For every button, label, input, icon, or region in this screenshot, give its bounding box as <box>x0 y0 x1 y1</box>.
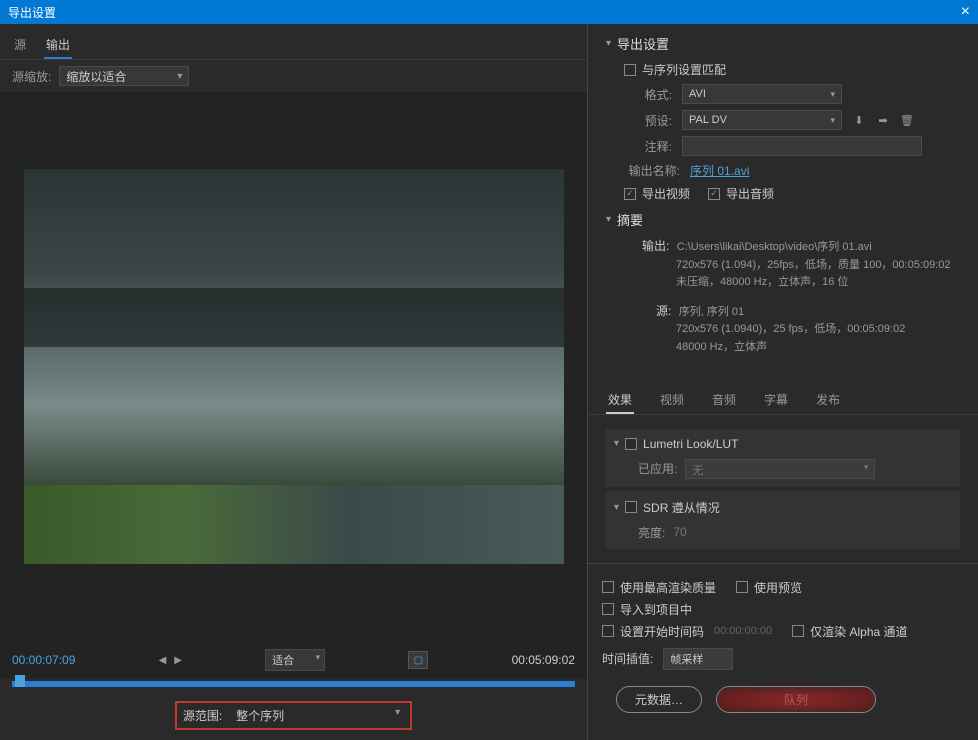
fit-dropdown[interactable]: 适合 <box>265 649 325 671</box>
source-range-label: 源范围: <box>183 707 222 724</box>
lumetri-checkbox[interactable] <box>625 438 637 450</box>
playhead-icon[interactable] <box>15 675 25 687</box>
timeline-scrubber[interactable] <box>12 681 575 687</box>
sdr-brightness-value[interactable]: 70 <box>673 525 686 539</box>
export-settings-title: 导出设置 <box>617 34 669 53</box>
comment-label: 注释: <box>624 138 672 155</box>
summary-source-line2: 720x576 (1.0940)，25 fps，低场，00:05:09:02 <box>676 321 960 339</box>
tab-output[interactable]: 输出 <box>44 32 72 59</box>
timecode-current[interactable]: 00:00:07:09 <box>12 653 75 667</box>
export-video-checkbox[interactable] <box>624 188 636 200</box>
summary-source-line3: 48000 Hz，立体声 <box>676 339 960 357</box>
preset-label: 预设: <box>624 112 672 129</box>
lumetri-applied-label: 已应用: <box>638 460 677 477</box>
source-zoom-dropdown[interactable]: 缩放以适合 <box>59 66 189 86</box>
summary-output-path: C:\Users\likai\Desktop\video\序列 01.avi <box>677 241 872 253</box>
max-quality-label: 使用最高渲染质量 <box>620 579 716 596</box>
lumetri-applied-dropdown[interactable]: 无 <box>685 459 875 479</box>
summary-title: 摘要 <box>617 210 643 229</box>
window-title: 导出设置 <box>8 4 56 21</box>
settings-panel: ▾ 导出设置 与序列设置匹配 格式: AVI 预设: PAL DV ⬇ ➡ 🗑 <box>588 24 978 740</box>
lumetri-title: Lumetri Look/LUT <box>643 437 738 451</box>
time-interp-dropdown[interactable]: 帧采样 <box>663 648 733 670</box>
bottom-options: 使用最高渲染质量 使用预览 导入到项目中 设置开始时间码00:00:00:00 … <box>588 563 978 723</box>
import-project-checkbox[interactable] <box>602 603 614 615</box>
match-sequence-label: 与序列设置匹配 <box>642 61 726 78</box>
preview-tabs: 源 输出 <box>0 24 587 60</box>
aspect-ratio-icon[interactable]: ▢ <box>408 651 428 669</box>
settings-tabs: 效果 视频 音频 字幕 发布 <box>588 379 978 415</box>
tab-source[interactable]: 源 <box>12 32 28 59</box>
tab-video[interactable]: 视频 <box>658 387 686 414</box>
use-preview-checkbox[interactable] <box>736 581 748 593</box>
summary-output-label: 输出: <box>642 239 669 253</box>
preset-dropdown[interactable]: PAL DV <box>682 110 842 130</box>
preview-panel: 源 输出 源缩放: 缩放以适合 00:00:07:09 ◀ ▶ 适合 ▢ 00:… <box>0 24 588 740</box>
lumetri-group: ▾ Lumetri Look/LUT 已应用: 无 <box>606 429 960 487</box>
alpha-only-label: 仅渲染 Alpha 通道 <box>810 623 907 640</box>
close-icon[interactable]: × <box>961 3 970 21</box>
alpha-only-checkbox[interactable] <box>792 625 804 637</box>
match-sequence-checkbox[interactable] <box>624 64 636 76</box>
chevron-down-icon[interactable]: ▾ <box>614 502 619 513</box>
summary-output-line2: 720x576 (1.094)，25fps，低场，质量 100，00:05:09… <box>676 257 960 275</box>
video-frame <box>24 169 564 564</box>
summary-source-line1: 序列, 序列 01 <box>679 306 744 318</box>
export-audio-label: 导出音频 <box>726 185 774 202</box>
video-preview-area <box>0 92 587 641</box>
chevron-down-icon[interactable]: ▾ <box>606 214 611 225</box>
source-zoom-label: 源缩放: <box>12 68 51 85</box>
titlebar: 导出设置 × <box>0 0 978 24</box>
use-preview-label: 使用预览 <box>754 579 802 596</box>
summary-source-label: 源: <box>656 304 671 318</box>
tab-captions[interactable]: 字幕 <box>762 387 790 414</box>
max-quality-checkbox[interactable] <box>602 581 614 593</box>
output-name-link[interactable]: 序列 01.avi <box>690 162 749 179</box>
time-interp-label: 时间插值: <box>602 650 653 667</box>
prev-frame-icon[interactable]: ◀ <box>159 655 167 666</box>
sdr-group: ▾ SDR 遵从情况 亮度: 70 <box>606 491 960 549</box>
summary-output-line3: 未压缩，48000 Hz，立体声，16 位 <box>676 274 960 292</box>
set-start-time-label: 设置开始时间码 <box>620 623 704 640</box>
set-start-time-checkbox[interactable] <box>602 625 614 637</box>
export-video-label: 导出视频 <box>642 185 690 202</box>
source-range-highlight: 源范围: 整个序列 <box>175 701 412 730</box>
sdr-checkbox[interactable] <box>625 501 637 513</box>
format-label: 格式: <box>624 86 672 103</box>
import-preset-icon[interactable]: ➡ <box>874 111 892 129</box>
format-dropdown[interactable]: AVI <box>682 84 842 104</box>
tab-audio[interactable]: 音频 <box>710 387 738 414</box>
start-timecode-value: 00:00:00:00 <box>714 625 772 637</box>
next-frame-icon[interactable]: ▶ <box>174 655 182 666</box>
delete-preset-icon[interactable]: 🗑 <box>898 111 916 129</box>
timeline-controls-row: 00:00:07:09 ◀ ▶ 适合 ▢ 00:05:09:02 <box>0 641 587 679</box>
chevron-down-icon[interactable]: ▾ <box>606 38 611 49</box>
save-preset-icon[interactable]: ⬇ <box>850 111 868 129</box>
source-range-dropdown[interactable]: 整个序列 <box>232 706 404 725</box>
chevron-down-icon[interactable]: ▾ <box>614 438 619 449</box>
tab-publish[interactable]: 发布 <box>814 387 842 414</box>
output-name-label: 输出名称: <box>624 162 680 179</box>
queue-button[interactable]: 队列 <box>716 686 876 713</box>
timecode-end: 00:05:09:02 <box>512 653 575 667</box>
export-audio-checkbox[interactable] <box>708 188 720 200</box>
sdr-brightness-label: 亮度: <box>638 524 665 541</box>
sdr-title: SDR 遵从情况 <box>643 499 720 516</box>
import-project-label: 导入到项目中 <box>620 601 692 618</box>
tab-effects[interactable]: 效果 <box>606 387 634 414</box>
comment-input[interactable] <box>682 136 922 156</box>
metadata-button[interactable]: 元数据… <box>616 686 702 713</box>
